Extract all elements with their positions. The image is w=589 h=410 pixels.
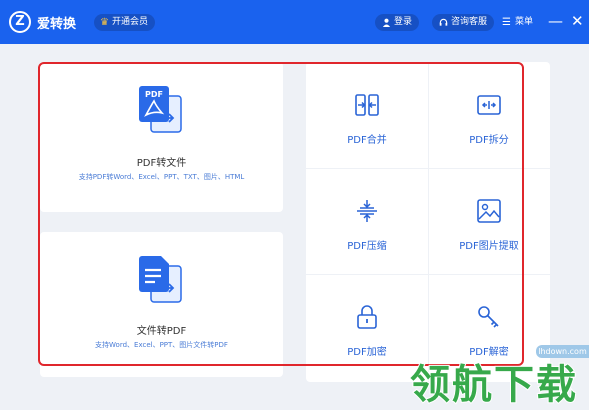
key-icon [478,306,499,328]
vip-label: 开通会员 [111,17,148,27]
app-logo: Z [9,11,31,33]
pdf-convert-icon: PDF [139,86,182,133]
support-label: 咨询客服 [451,17,488,27]
pdf-badge: PDF [145,90,163,99]
file-to-pdf-desc: 支持Word、Excel、PPT、图片文件转PDF [95,341,228,349]
tools-grid: PDF合并 PDF拆分 PDF压缩 PDF图片提取 PDF加密 PDF解密 [306,62,550,382]
compress-icon [357,200,377,222]
image-extract-icon [477,199,501,223]
tool-pdf-compress[interactable]: PDF压缩 [306,168,428,272]
lock-icon [357,305,377,329]
close-button[interactable]: ✕ [571,11,584,31]
headset-icon [439,18,448,26]
tool-pdf-image-extract[interactable]: PDF图片提取 [428,168,550,272]
tool-pdf-split[interactable]: PDF拆分 [428,62,550,166]
minimize-button[interactable]: — [548,11,563,31]
user-icon [382,18,391,27]
support-button[interactable]: 咨询客服 [432,14,495,31]
app-name: 爱转换 [37,17,77,32]
merge-icon [355,94,379,116]
menu-button[interactable]: ☰ 菜单 [502,14,533,31]
crown-icon: ♛ [100,17,109,28]
login-button[interactable]: 登录 [375,14,420,31]
file-to-pdf-card[interactable]: 文件转PDF 支持Word、Excel、PPT、图片文件转PDF [40,232,283,377]
file-to-pdf-icon [139,256,182,303]
pdf-to-file-title: PDF转文件 [136,158,187,169]
watermark-logo: 领航下载 [409,361,578,409]
tool-pdf-merge[interactable]: PDF合并 [306,62,428,166]
tool-label: PDF图片提取 [459,241,519,252]
pdf-to-file-card[interactable]: PDF PDF转文件 支持PDF转Word、Excel、PPT、TXT、图片、H… [40,62,283,212]
tool-label: PDF压缩 [347,241,387,252]
tool-label: PDF拆分 [469,135,509,146]
menu-icon: ☰ [502,17,511,28]
tool-label: PDF合并 [347,135,387,146]
split-icon [477,95,501,115]
file-to-pdf-title: 文件转PDF [136,326,187,337]
menu-label: 菜单 [514,17,533,27]
login-label: 登录 [394,17,413,27]
vip-button[interactable]: ♛ 开通会员 [94,14,155,31]
pdf-to-file-desc: 支持PDF转Word、Excel、PPT、TXT、图片、HTML [78,173,245,181]
title-bar: Z 爱转换 ♛ 开通会员 登录 咨询客服 ☰ 菜单 — ✕ [0,0,589,44]
